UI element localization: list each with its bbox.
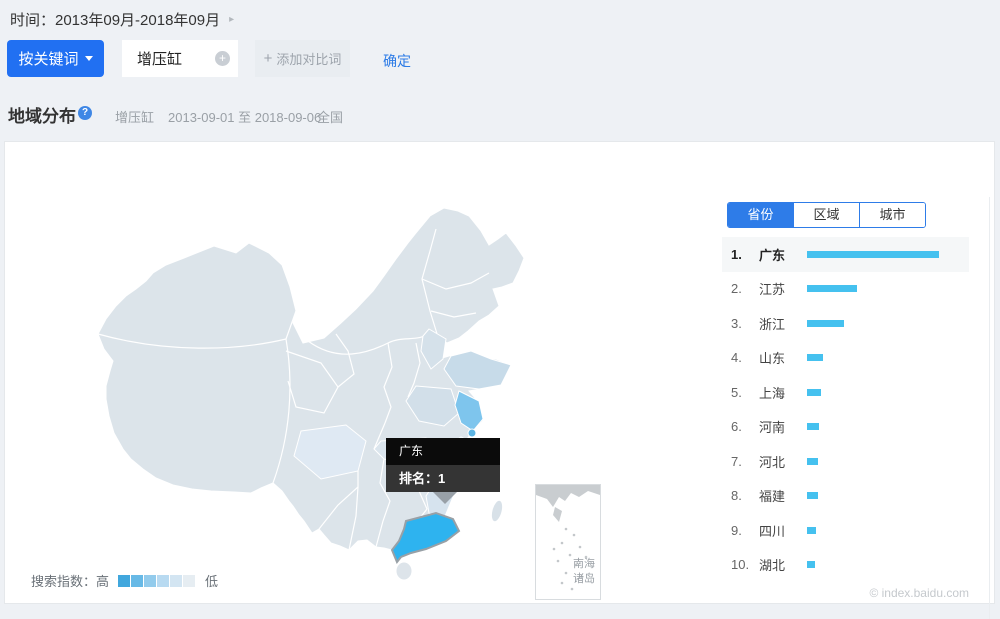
help-icon[interactable]: ? (78, 106, 92, 120)
rank-number: 2. (731, 281, 755, 296)
tooltip-rank: 排名：1 (386, 465, 500, 492)
legend-swatches (118, 575, 196, 587)
province-name: 福建 (759, 486, 803, 505)
ranking-list: 1. 广东 2. 江苏 3. 浙江 4. 山东 5. 上海 6. 河南 7. 河北 8. 福建 9. 四川 10. 湖… (722, 237, 969, 582)
legend-swatch (157, 575, 169, 587)
confirm-link[interactable]: 确定 (383, 51, 411, 71)
plus-icon: + (264, 50, 273, 67)
section-scope: 全国 (317, 107, 343, 126)
taiwan-island (489, 499, 504, 523)
keyword-input-box: + (122, 40, 238, 77)
legend-swatch (170, 575, 182, 587)
plus-circle-icon[interactable]: + (215, 51, 230, 66)
ranking-row[interactable]: 1. 广东 (722, 237, 969, 272)
index-bar (807, 527, 816, 534)
ranking-row[interactable]: 7. 河北 (722, 444, 969, 479)
province-name: 河南 (759, 417, 803, 436)
inset-label: 南海 诸岛 (573, 557, 595, 587)
rank-number: 9. (731, 523, 755, 538)
ranking-row[interactable]: 10. 湖北 (722, 548, 969, 583)
section-title: 地域分布 (8, 102, 76, 127)
legend-low-label: 低 (205, 571, 218, 590)
legend-label: 搜索指数：高 (31, 571, 109, 590)
add-compare-label: 添加对比词 (276, 49, 341, 68)
legend-swatch (118, 575, 130, 587)
keyword-input[interactable] (137, 50, 215, 67)
index-bar (807, 285, 857, 292)
ranking-row[interactable]: 6. 河南 (722, 410, 969, 445)
time-range-label: 时间：2013年09月-2018年09月 (10, 9, 220, 30)
index-bar (807, 492, 818, 499)
ranking-row[interactable]: 2. 江苏 (722, 272, 969, 307)
index-bar (807, 423, 819, 430)
province-shanghai[interactable] (468, 429, 476, 437)
province-name: 江苏 (759, 279, 803, 298)
tooltip-region-name: 广东 (386, 438, 500, 465)
index-bar (807, 251, 939, 258)
section-date-range: 2013-09-01 至 2018-09-06 (168, 107, 321, 126)
index-bar (807, 561, 815, 568)
copyright-label: © index.baidu.com (785, 586, 969, 600)
legend-swatch (183, 575, 195, 587)
hainan-island (396, 562, 412, 580)
rank-number: 10. (731, 557, 755, 572)
ranking-row[interactable]: 3. 浙江 (722, 306, 969, 341)
index-bar (807, 389, 821, 396)
legend-swatch (131, 575, 143, 587)
province-name: 河北 (759, 452, 803, 471)
province-name: 上海 (759, 383, 803, 402)
rank-number: 6. (731, 419, 755, 434)
geo-distribution-panel: 广东 排名：1 搜索指数：高 低 南 (4, 141, 995, 604)
geo-tabs: 省份区域城市 (727, 202, 926, 228)
tab-省份[interactable]: 省份 (728, 203, 793, 227)
province-name: 广东 (759, 245, 803, 264)
add-compare-button[interactable]: + 添加对比词 (255, 40, 350, 77)
map-tooltip: 广东 排名：1 (386, 438, 500, 492)
index-bar (807, 354, 823, 361)
caret-down-icon (85, 56, 93, 61)
rank-number: 5. (731, 385, 755, 400)
province-name: 山东 (759, 348, 803, 367)
province-name: 四川 (759, 521, 803, 540)
baidu-index-geo-page: 时间：2013年09月-2018年09月 ▸ 按关键词 + + 添加对比词 确定… (0, 0, 1000, 619)
tab-区域[interactable]: 区域 (793, 203, 859, 227)
chevron-right-icon: ▸ (229, 14, 234, 25)
keyword-mode-button[interactable]: 按关键词 (7, 40, 104, 77)
keyword-mode-label: 按关键词 (18, 48, 78, 69)
legend-swatch (144, 575, 156, 587)
rank-number: 4. (731, 350, 755, 365)
ranking-row[interactable]: 8. 福建 (722, 479, 969, 514)
province-name: 湖北 (759, 555, 803, 574)
province-shandong[interactable] (444, 351, 511, 389)
rank-number: 7. (731, 454, 755, 469)
map-legend: 搜索指数：高 低 (31, 571, 218, 590)
section-keyword: 增压缸 (115, 107, 154, 126)
ranking-row[interactable]: 9. 四川 (722, 513, 969, 548)
rank-number: 3. (731, 316, 755, 331)
tab-城市[interactable]: 城市 (859, 203, 925, 227)
rank-number: 1. (731, 247, 755, 262)
ranking-row[interactable]: 4. 山东 (722, 341, 969, 376)
south-china-sea-inset: 南海 诸岛 (535, 484, 601, 600)
index-bar (807, 320, 844, 327)
province-name: 浙江 (759, 314, 803, 333)
rank-number: 8. (731, 488, 755, 503)
panel-divider (989, 197, 990, 619)
time-range-row[interactable]: 时间：2013年09月-2018年09月 ▸ (10, 9, 234, 30)
ranking-row[interactable]: 5. 上海 (722, 375, 969, 410)
tooltip-pointer-icon (433, 492, 457, 504)
index-bar (807, 458, 818, 465)
